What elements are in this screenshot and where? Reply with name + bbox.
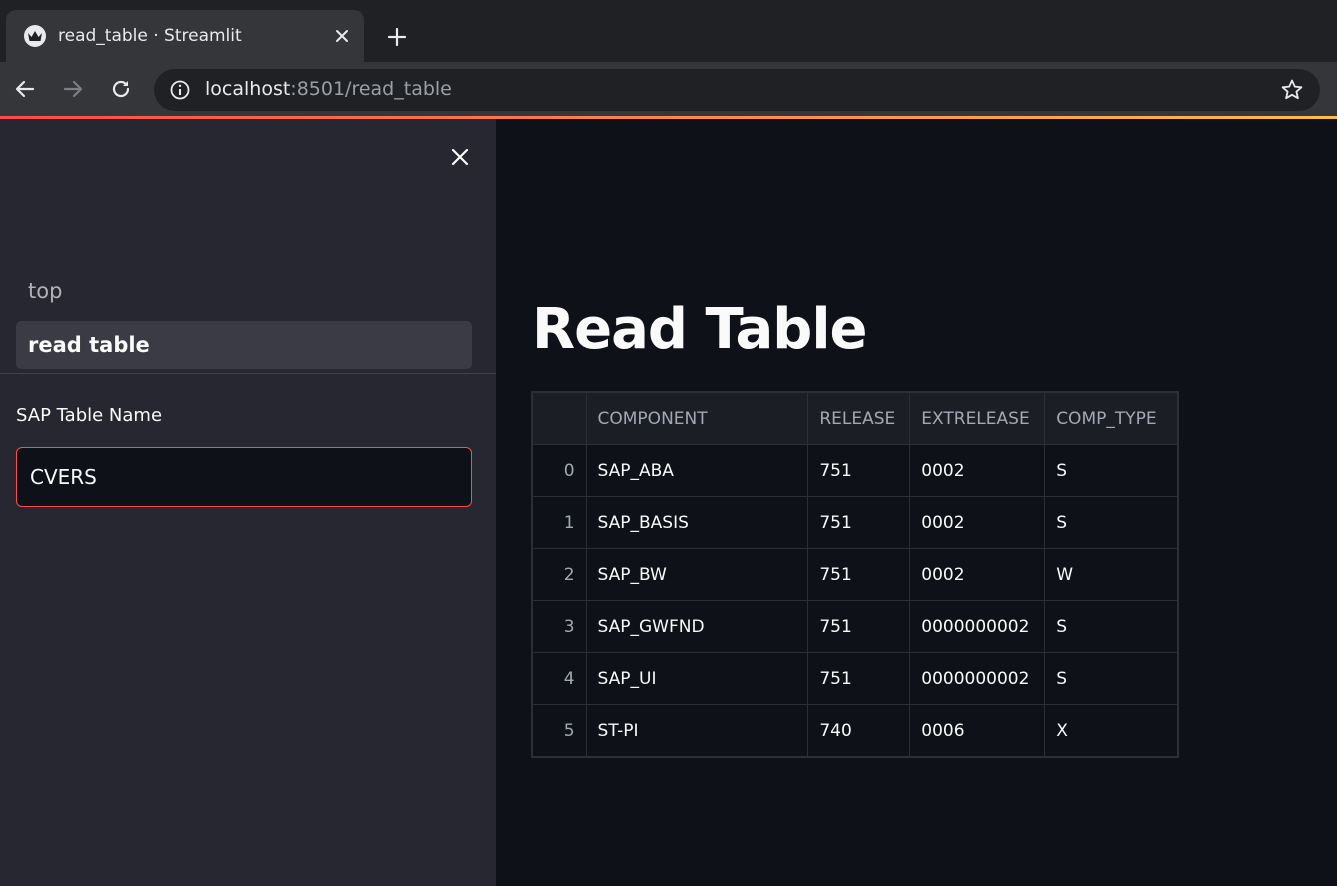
row-index: 3 xyxy=(532,600,587,653)
cell-component[interactable]: SAP_UI xyxy=(585,652,809,705)
table-row: 0 SAP_ABA 751 0002 S xyxy=(532,444,1178,497)
address-bar[interactable]: localhost:8501/read_table xyxy=(154,69,1320,111)
sidebar-nav-read-table[interactable]: read table xyxy=(16,321,472,369)
arrow-left-icon[interactable] xyxy=(10,74,40,104)
cell-extrelease[interactable]: 0000000002 xyxy=(909,652,1046,705)
cell-component[interactable]: SAP_ABA xyxy=(585,444,809,497)
column-header-component[interactable]: COMPONENT xyxy=(585,392,809,445)
cell-comp-type[interactable]: S xyxy=(1044,496,1178,549)
sidebar-nav-top[interactable]: top xyxy=(16,267,472,315)
sidebar: top read table SAP Table Name xyxy=(0,119,496,886)
data-table: COMPONENT RELEASE EXTRELEASE COMP_TYPE 0… xyxy=(532,392,1178,757)
row-index: 2 xyxy=(532,548,587,601)
reload-icon[interactable] xyxy=(106,74,136,104)
table-row: 4 SAP_UI 751 0000000002 S xyxy=(532,652,1178,705)
cell-component[interactable]: SAP_GWFND xyxy=(585,600,809,653)
cell-component[interactable]: SAP_BW xyxy=(585,548,809,601)
close-icon[interactable] xyxy=(446,143,474,171)
main-content: Read Table COMPONENT RELEASE EXTRELEASE … xyxy=(496,119,1337,886)
sidebar-divider xyxy=(0,373,496,374)
cell-component[interactable]: SAP_BASIS xyxy=(585,496,809,549)
sap-table-name-input[interactable] xyxy=(16,447,472,507)
cell-comp-type[interactable]: W xyxy=(1044,548,1178,601)
page-title: Read Table xyxy=(532,297,868,362)
cell-release[interactable]: 751 xyxy=(807,548,911,601)
url-text: localhost:8501/read_table xyxy=(205,78,452,100)
browser-tabstrip: read_table · Streamlit xyxy=(0,0,1337,62)
cell-comp-type[interactable]: X xyxy=(1044,704,1178,757)
tab-title: read_table · Streamlit xyxy=(58,26,242,46)
star-icon[interactable] xyxy=(1280,78,1304,102)
table-row: 5 ST-PI 740 0006 X xyxy=(532,704,1178,757)
close-icon[interactable] xyxy=(330,24,354,48)
dataframe[interactable]: COMPONENT RELEASE EXTRELEASE COMP_TYPE 0… xyxy=(531,391,1179,758)
cell-extrelease[interactable]: 0002 xyxy=(909,444,1046,497)
row-index: 1 xyxy=(532,496,587,549)
column-header-release[interactable]: RELEASE xyxy=(807,392,911,445)
cell-release[interactable]: 751 xyxy=(807,444,911,497)
cell-comp-type[interactable]: S xyxy=(1044,600,1178,653)
cell-release[interactable]: 751 xyxy=(807,652,911,705)
table-row: 1 SAP_BASIS 751 0002 S xyxy=(532,496,1178,549)
arrow-right-icon[interactable] xyxy=(58,74,88,104)
column-header-index[interactable] xyxy=(532,392,587,445)
table-header-row: COMPONENT RELEASE EXTRELEASE COMP_TYPE xyxy=(532,392,1178,445)
column-header-extrelease[interactable]: EXTRELEASE xyxy=(909,392,1046,445)
info-icon[interactable] xyxy=(169,79,191,101)
table-row: 2 SAP_BW 751 0002 W xyxy=(532,548,1178,601)
cell-component[interactable]: ST-PI xyxy=(585,704,809,757)
row-index: 5 xyxy=(532,704,587,757)
cell-comp-type[interactable]: S xyxy=(1044,444,1178,497)
cell-comp-type[interactable]: S xyxy=(1044,652,1178,705)
cell-extrelease[interactable]: 0006 xyxy=(909,704,1046,757)
browser-tab[interactable]: read_table · Streamlit xyxy=(6,10,364,62)
cell-extrelease[interactable]: 0002 xyxy=(909,548,1046,601)
plus-icon[interactable] xyxy=(382,22,412,52)
streamlit-crown-icon xyxy=(24,25,46,47)
cell-release[interactable]: 740 xyxy=(807,704,911,757)
cell-extrelease[interactable]: 0002 xyxy=(909,496,1046,549)
browser-toolbar: localhost:8501/read_table xyxy=(0,62,1337,116)
sap-table-name-label: SAP Table Name xyxy=(16,405,163,426)
cell-release[interactable]: 751 xyxy=(807,496,911,549)
row-index: 0 xyxy=(532,444,587,497)
column-header-comp-type[interactable]: COMP_TYPE xyxy=(1044,392,1178,445)
row-index: 4 xyxy=(532,652,587,705)
cell-release[interactable]: 751 xyxy=(807,600,911,653)
table-row: 3 SAP_GWFND 751 0000000002 S xyxy=(532,600,1178,653)
cell-extrelease[interactable]: 0000000002 xyxy=(909,600,1046,653)
